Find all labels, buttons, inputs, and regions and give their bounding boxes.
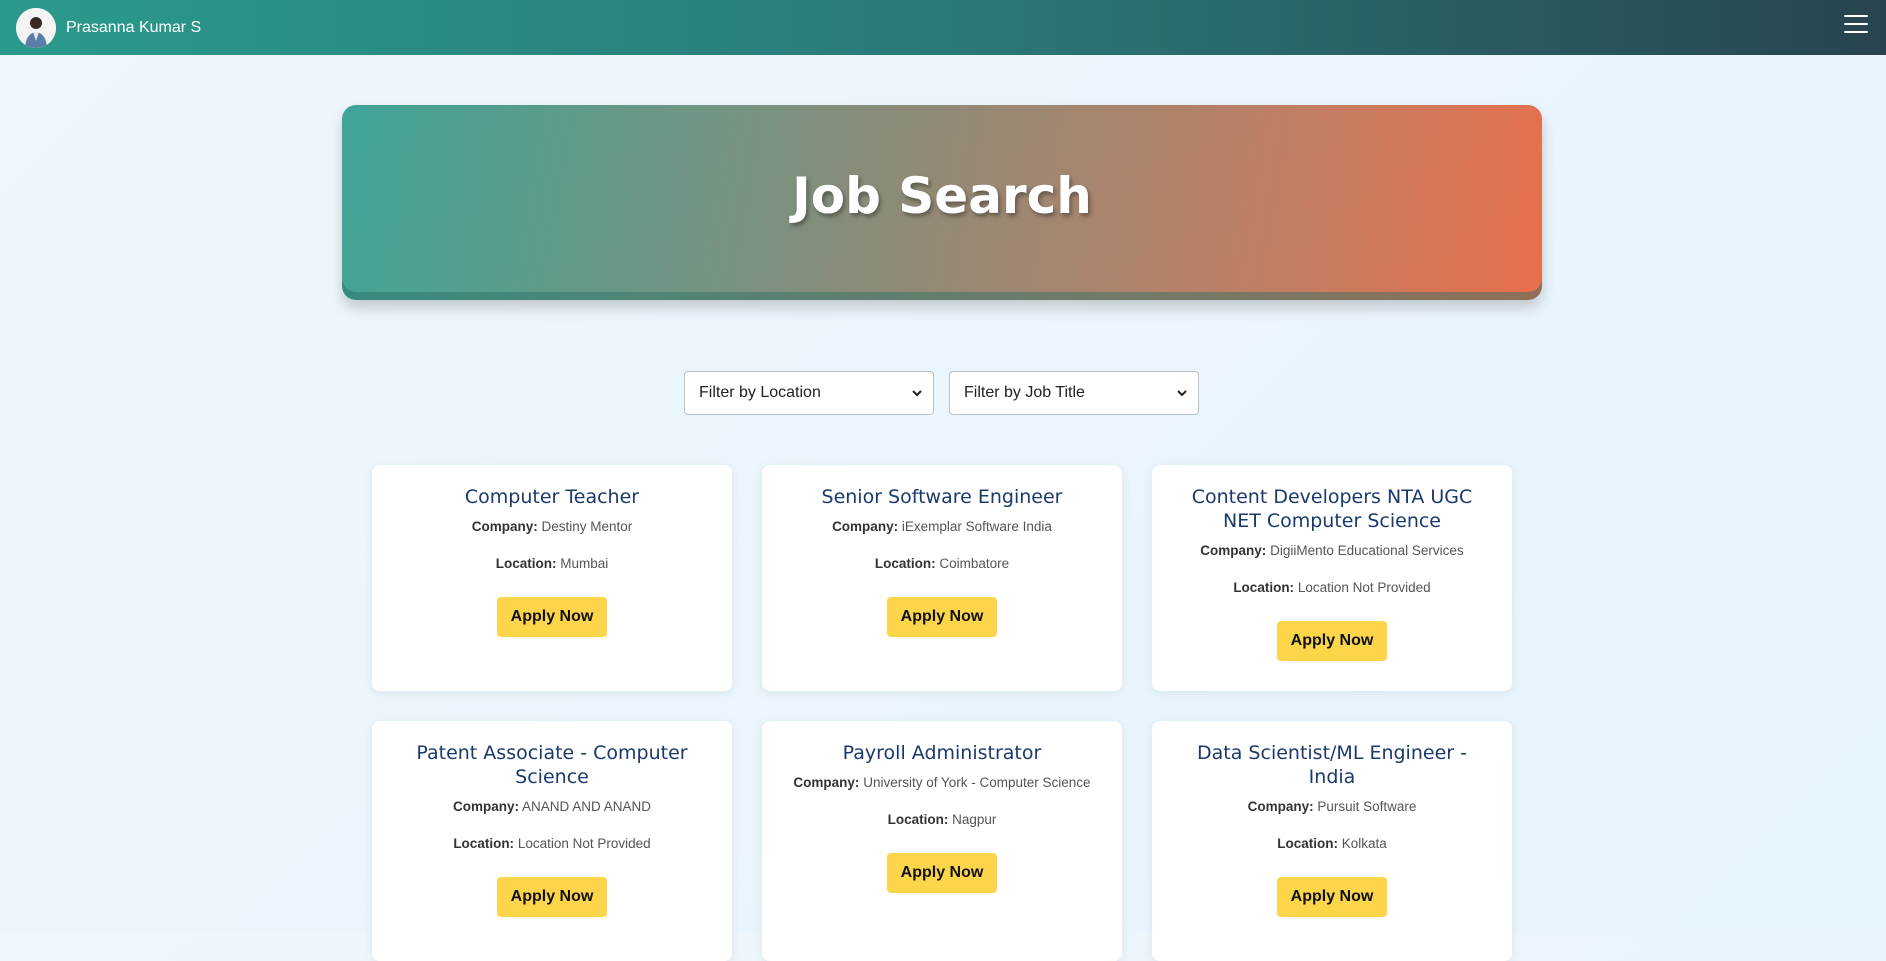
job-title: Data Scientist/ML Engineer - India [1197,742,1467,788]
job-title: Patent Associate - Computer Science [416,742,688,788]
job-company: Company: DigiiMento Educational Services [1152,542,1512,560]
location-value: Mumbai [560,556,609,571]
company-value: University of York - Computer Science [863,775,1091,790]
job-card: Data Scientist/ML Engineer - India Compa… [1152,721,1512,961]
job-location: Location: Nagpur [762,811,1122,829]
apply-now-button[interactable]: Apply Now [886,853,998,893]
job-company: Company: iExemplar Software India [762,518,1122,536]
company-value: iExemplar Software India [901,519,1052,534]
chevron-down-icon [912,390,922,397]
company-label: Company: [471,519,538,534]
job-title: Content Developers NTA UGC NET Computer … [1191,486,1473,532]
job-company: Company: Pursuit Software [1152,798,1512,816]
apply-now-button[interactable]: Apply Now [496,597,608,637]
hamburger-menu-icon[interactable] [1844,12,1868,36]
company-value: Pursuit Software [1317,799,1417,814]
job-company: Company: ANAND AND ANAND [372,798,732,816]
location-filter-value: Filter by Location [699,384,821,401]
job-card: Content Developers NTA UGC NET Computer … [1152,465,1512,691]
apply-now-button[interactable]: Apply Now [496,877,608,917]
location-label: Location: [874,556,936,571]
location-value: Location Not Provided [1297,580,1431,595]
hero-banner: Job Search [342,105,1542,300]
job-location: Location: Location Not Provided [1152,579,1512,597]
avatar[interactable] [16,7,56,48]
job-location: Location: Kolkata [1152,835,1512,853]
user-name[interactable]: Prasanna Kumar S [66,19,201,37]
job-card: Payroll Administrator Company: Universit… [762,721,1122,961]
job-card: Patent Associate - Computer Science Comp… [372,721,732,961]
company-label: Company: [452,799,519,814]
apply-now-button[interactable]: Apply Now [886,597,998,637]
job-location: Location: Coimbatore [762,555,1122,573]
filters-bar: Filter by Location Filter by Job Title [684,371,1199,415]
company-label: Company: [1247,799,1314,814]
job-title-filter-select[interactable]: Filter by Job Title [949,371,1199,415]
job-location: Location: Mumbai [372,555,732,573]
chevron-down-icon [1177,390,1187,397]
company-value: ANAND AND ANAND [522,799,652,814]
location-label: Location: [495,556,557,571]
apply-now-button[interactable]: Apply Now [1276,877,1388,917]
location-label: Location: [453,836,515,851]
location-value: Location Not Provided [517,836,651,851]
location-filter-select[interactable]: Filter by Location [684,371,934,415]
job-title: Computer Teacher [464,486,640,508]
company-value: Destiny Mentor [541,519,633,534]
location-value: Coimbatore [939,556,1010,571]
location-value: Nagpur [952,812,997,827]
job-title: Senior Software Engineer [821,486,1063,508]
apply-now-button[interactable]: Apply Now [1276,621,1388,661]
company-label: Company: [1200,543,1267,558]
location-label: Location: [1277,836,1338,851]
job-title: Payroll Administrator [842,742,1042,764]
job-card: Senior Software Engineer Company: iExemp… [762,465,1122,691]
top-navbar: Prasanna Kumar S [0,0,1886,55]
location-label: Location: [1233,580,1295,595]
location-value: Kolkata [1341,836,1387,851]
company-label: Company: [832,519,899,534]
job-title-filter-value: Filter by Job Title [964,384,1085,401]
page-title: Job Search [792,166,1092,225]
job-location: Location: Location Not Provided [372,835,732,853]
company-label: Company: [793,775,860,790]
user-avatar-icon [16,7,56,48]
job-company: Company: Destiny Mentor [372,518,732,536]
company-value: DigiiMento Educational Services [1270,543,1464,558]
job-card: Computer Teacher Company: Destiny Mentor… [372,465,732,691]
job-company: Company: University of York - Computer S… [762,774,1122,792]
location-label: Location: [887,812,949,827]
